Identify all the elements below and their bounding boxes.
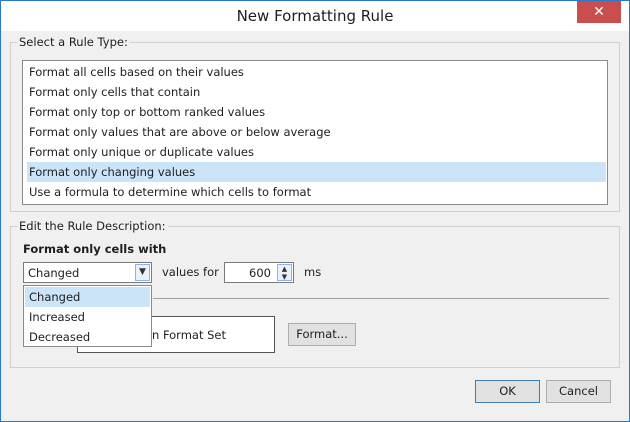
duration-spinner[interactable]: 600 ▲ ▼ — [224, 262, 294, 283]
title-bar[interactable]: New Formatting Rule ✕ — [1, 1, 629, 31]
close-icon: ✕ — [593, 4, 605, 20]
dialog-window: New Formatting Rule ✕ Select a Rule Type… — [0, 0, 630, 422]
dropdown-option[interactable]: Decreased — [25, 327, 150, 347]
rule-type-group: Select a Rule Type: Format all cells bas… — [10, 35, 620, 212]
chevron-down-icon[interactable]: ▼ — [135, 264, 150, 281]
cancel-button[interactable]: Cancel — [546, 380, 611, 403]
rule-type-item[interactable]: Format only values that are above or bel… — [27, 122, 606, 142]
rule-type-item[interactable]: Use a formula to determine which cells t… — [27, 182, 606, 202]
rule-description-group-label: Edit the Rule Description: — [17, 219, 168, 233]
dropdown-option[interactable]: Increased — [25, 307, 150, 327]
divider-line — [153, 298, 609, 299]
ok-button[interactable]: OK — [475, 380, 540, 403]
change-type-combo[interactable]: Changed ▼ — [23, 262, 152, 283]
dialog-title: New Formatting Rule — [236, 7, 394, 25]
spinner-arrows-icon[interactable]: ▲ ▼ — [277, 264, 292, 281]
preview-text: n Format Set — [152, 328, 227, 342]
rule-type-item[interactable]: Format only unique or duplicate values — [27, 142, 606, 162]
change-type-value: Changed — [28, 266, 80, 280]
rule-type-item[interactable]: Format all cells based on their values — [27, 62, 606, 82]
rule-type-list[interactable]: Format all cells based on their values F… — [22, 60, 608, 205]
format-button[interactable]: Format... — [288, 323, 356, 346]
values-for-label: values for — [162, 265, 219, 279]
rule-type-item-selected[interactable]: Format only changing values — [27, 162, 606, 182]
close-button[interactable]: ✕ — [577, 1, 621, 23]
duration-value: 600 — [249, 266, 271, 280]
rule-type-item[interactable]: Format only cells that contain — [27, 82, 606, 102]
change-type-dropdown-list[interactable]: Changed Increased Decreased — [23, 285, 152, 347]
rule-type-group-label: Select a Rule Type: — [17, 35, 130, 49]
dropdown-option-selected[interactable]: Changed — [25, 287, 150, 307]
unit-label: ms — [304, 265, 322, 279]
rule-type-item[interactable]: Format only top or bottom ranked values — [27, 102, 606, 122]
format-cells-heading: Format only cells with — [23, 242, 167, 256]
